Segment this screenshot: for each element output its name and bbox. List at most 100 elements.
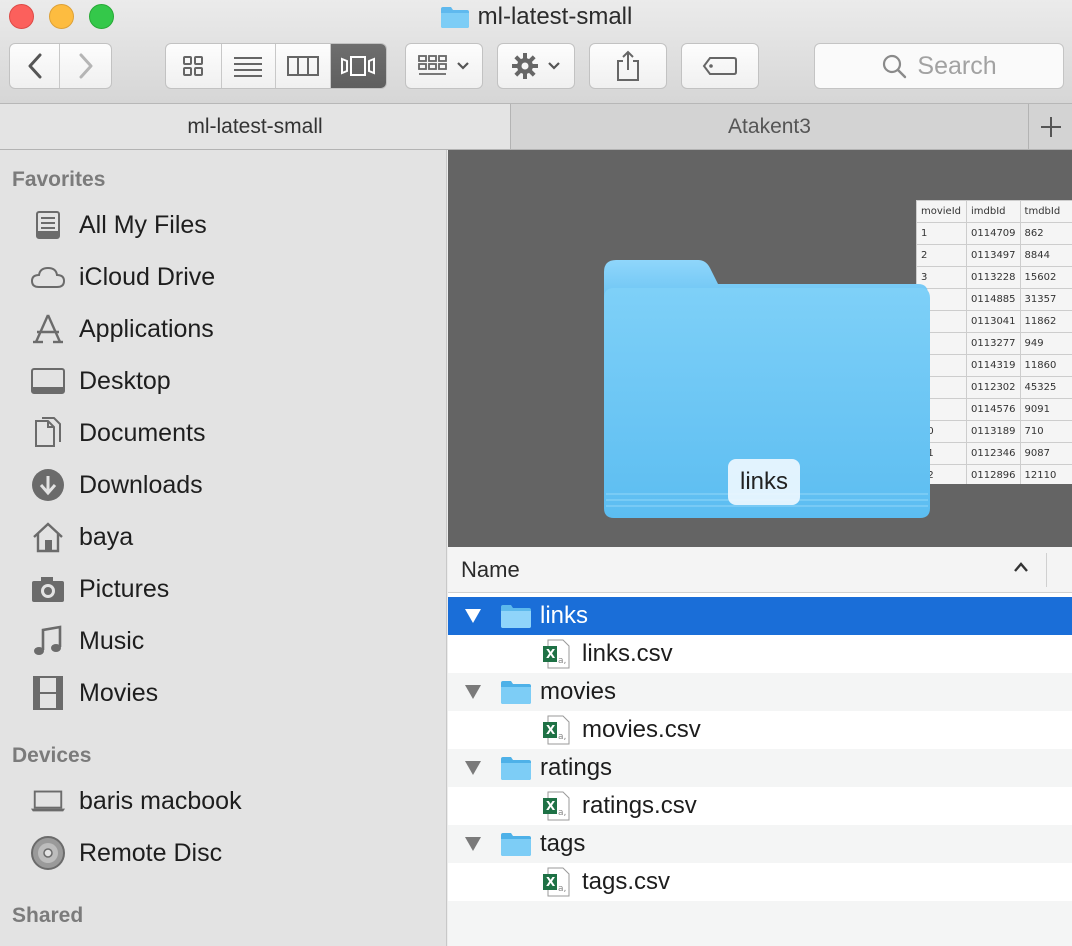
list-item-folder-ratings[interactable]: ratings [448, 749, 1072, 787]
sidebar-item-baya[interactable]: baya [0, 513, 446, 561]
sidebar-item-label: Documents [79, 418, 206, 447]
window-title: ml-latest-small [477, 3, 633, 30]
home-icon [30, 519, 66, 555]
sidebar-item-label: Movies [79, 678, 159, 707]
table-cell: 12110 [1019, 464, 1072, 484]
sidebar-item-applications[interactable]: Applications [0, 305, 446, 353]
svg-text:a,: a, [558, 884, 566, 894]
list-item-file-movies-csv[interactable]: Xa, movies.csv [448, 711, 1072, 749]
icon-view-button[interactable] [166, 44, 222, 88]
action-button[interactable] [497, 43, 575, 89]
list-header: Name [448, 547, 1072, 593]
table-cell: 8844 [1019, 244, 1072, 267]
sidebar-item-downloads[interactable]: Downloads [0, 461, 446, 509]
list-item-folder-links[interactable]: links [448, 597, 1072, 635]
table-cell: 710 [1019, 420, 1072, 443]
film-icon [30, 675, 66, 711]
gear-icon [512, 53, 538, 79]
svg-text:a,: a, [558, 656, 566, 666]
table-header-cell: imdbId [966, 200, 1021, 223]
csv-preview-sheet: movieId imdbId tmdbId 1 0114709 862 2 01134… [916, 200, 1072, 484]
disclosure-triangle-expanded-icon[interactable] [464, 760, 482, 776]
sidebar-item-baris-macbook[interactable]: baris macbook [0, 777, 446, 825]
search-placeholder: Search [917, 51, 997, 80]
list-item-folder-movies[interactable]: movies [448, 673, 1072, 711]
shared-header: Shared [12, 904, 84, 927]
list-item-label: tags.csv [582, 868, 671, 895]
table-row: 4011488531357 [916, 288, 1072, 311]
sidebar-item-label: Downloads [79, 470, 203, 499]
tag-button[interactable] [681, 43, 759, 89]
sidebar-item-icloud-drive[interactable]: iCloud Drive [0, 253, 446, 301]
back-button[interactable] [10, 44, 61, 88]
sidebar-item-label: Pictures [79, 574, 170, 603]
table-row: 1 0114709 862 [916, 222, 1072, 245]
search-icon [883, 54, 907, 79]
sidebar-item-movies[interactable]: Movies [0, 669, 446, 717]
preview-table: movieId imdbId tmdbId 1 0114709 862 2 01134… [916, 200, 1072, 484]
chevron-up-icon[interactable] [1012, 559, 1030, 577]
chevron-down-icon [548, 62, 560, 70]
column-divider[interactable] [1046, 553, 1047, 587]
devices-header: Devices [12, 744, 92, 767]
list-item-label: movies.csv [582, 716, 701, 743]
table-cell: 0112896 [966, 464, 1021, 484]
disclosure-triangle-expanded-icon[interactable] [464, 836, 482, 852]
disclosure-triangle-expanded-icon[interactable] [464, 608, 482, 624]
sidebar-item-label: Desktop [79, 366, 171, 395]
sidebar-item-remote-disc[interactable]: Remote Disc [0, 829, 446, 877]
table-cell: 0114885 [966, 288, 1021, 311]
table-cell: 0114576 [966, 398, 1021, 421]
list-item-file-tags-csv[interactable]: Xa, tags.csv [448, 863, 1072, 901]
sidebar-item-label: baya [79, 522, 134, 551]
download-icon [30, 467, 66, 503]
list-view-button[interactable] [222, 44, 276, 88]
table-row: 2 0113497 8844 [916, 244, 1072, 267]
sidebar-item-pictures[interactable]: Pictures [0, 565, 446, 613]
column-view-icon [286, 56, 319, 76]
table-row: 60113277949 [916, 332, 1072, 355]
tab-atakent3[interactable]: Atakent3 [511, 104, 1028, 149]
tag-icon [702, 57, 737, 75]
sidebar-item-all-my-files[interactable]: All My Files [0, 201, 446, 249]
column-view-button[interactable] [276, 44, 331, 88]
sidebar-item-label: iCloud Drive [79, 262, 216, 291]
table-cell: 1 [916, 222, 967, 245]
sidebar-item-label: Applications [79, 314, 214, 343]
folder-icon [501, 605, 531, 628]
applications-icon [30, 311, 66, 347]
table-cell: 0113497 [966, 244, 1021, 267]
share-button[interactable] [589, 43, 667, 89]
table-row: 7011431911860 [916, 354, 1072, 377]
svg-text:X: X [546, 647, 556, 661]
chevron-down-icon [457, 62, 469, 70]
list-view-icon [234, 57, 263, 77]
table-row: 100113189710 [916, 420, 1072, 443]
forward-button[interactable] [60, 44, 111, 88]
name-column-header[interactable]: Name [461, 557, 520, 583]
sidebar-item-documents[interactable]: Documents [0, 409, 446, 457]
list-item-file-ratings-csv[interactable]: Xa, ratings.csv [448, 787, 1072, 825]
arrange-button[interactable] [405, 43, 483, 89]
desktop-icon [30, 363, 66, 399]
cover-flow-preview: movieId imdbId tmdbId 1 0114709 862 2 01134… [448, 150, 1072, 547]
new-tab-button[interactable] [1028, 104, 1072, 149]
table-cell: 0114319 [966, 354, 1021, 377]
table-cell: 0113041 [966, 310, 1021, 333]
tab-ml-latest-small[interactable]: ml-latest-small [0, 104, 511, 149]
table-cell: 0114709 [966, 222, 1021, 245]
sidebar: Favorites All My Files iCloud Drive Appl… [0, 150, 447, 946]
disclosure-triangle-expanded-icon[interactable] [464, 684, 482, 700]
search-field[interactable]: Search [814, 43, 1064, 89]
list-item-folder-tags[interactable]: tags [448, 825, 1072, 863]
table-row: 3 0113228 15602 [916, 266, 1072, 289]
sidebar-item-desktop[interactable]: Desktop [0, 357, 446, 405]
cover-flow-view-button[interactable] [330, 44, 386, 88]
list-item-file-links-csv[interactable]: Xa, links.csv [448, 635, 1072, 673]
sidebar-item-music[interactable]: Music [0, 617, 446, 665]
chevron-right-icon [79, 53, 92, 79]
window-title-bar: ml-latest-small [0, 2, 1072, 32]
table-row: 8011230245325 [916, 376, 1072, 399]
table-cell: 15602 [1019, 266, 1072, 289]
list-item-label: ratings [540, 754, 613, 781]
